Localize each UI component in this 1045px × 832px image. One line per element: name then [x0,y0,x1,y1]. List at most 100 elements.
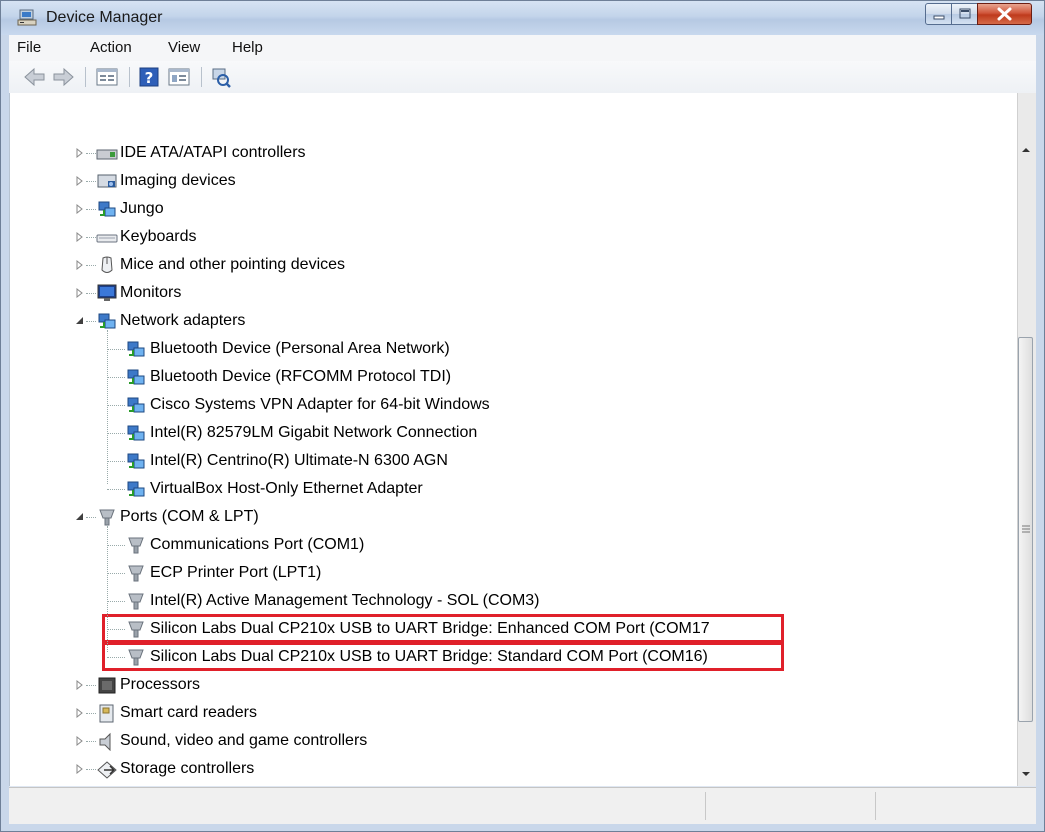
tree-category[interactable]: Smart card readers [10,700,1010,726]
port-icon [99,509,115,526]
collapse-arrow-icon[interactable] [75,512,85,522]
tree-category-label: Smart card readers [120,704,257,721]
tree-device[interactable]: Bluetooth Device (Personal Area Network) [10,336,1010,362]
tree-device[interactable]: Intel(R) Centrino(R) Ultimate-N 6300 AGN [10,448,1010,474]
window-title: Device Manager [46,9,163,26]
expand-arrow-icon[interactable] [75,736,85,746]
tree-category-label: Keyboards [120,228,197,245]
network-icon [98,313,116,329]
tree-device[interactable]: Intel(R) 82579LM Gigabit Network Connect… [10,420,1010,446]
tree-category-label: Storage controllers [120,760,255,777]
tree-connector [86,713,96,714]
device-manager-icon [17,9,37,26]
tree-category[interactable]: Jungo [10,196,1010,222]
tree-device-label: Cisco Systems VPN Adapter for 64-bit Win… [150,396,490,413]
tree-category-label: Imaging devices [120,172,236,189]
network-icon [127,453,145,469]
tree-category[interactable]: Processors [10,672,1010,698]
scan-hardware-icon[interactable] [209,66,233,88]
tree-device-label: Bluetooth Device (Personal Area Network) [150,340,450,357]
tree-device-label: ECP Printer Port (LPT1) [150,564,322,581]
expand-arrow-icon[interactable] [75,764,85,774]
tree-connector-vertical [107,330,108,484]
toolbar-separator [201,67,202,87]
tree-connector [86,321,96,322]
tree-device[interactable]: Communications Port (COM1) [10,532,1010,558]
expand-arrow-icon[interactable] [75,176,85,186]
network-icon [127,481,145,497]
tree-category-label: Sound, video and game controllers [120,732,368,749]
tree-category[interactable]: Keyboards [10,224,1010,250]
help-icon[interactable]: ? [137,66,161,88]
tree-category[interactable]: Mice and other pointing devices [10,252,1010,278]
tree-category-label: IDE ATA/ATAPI controllers [120,144,306,161]
tree-device-label: Bluetooth Device (RFCOMM Protocol TDI) [150,368,452,385]
network-icon [127,397,145,413]
ide-controller-icon [96,149,118,160]
tree-category-label: Jungo [120,200,164,217]
properties-grid-icon[interactable] [95,66,119,88]
tree-connector [86,209,96,210]
tree-connector [107,601,125,602]
sound-icon [99,732,111,751]
tree-device[interactable]: ECP Printer Port (LPT1) [10,560,1010,586]
tree-category[interactable]: Storage controllers [10,756,1010,782]
tree-category[interactable]: Sound, video and game controllers [10,728,1010,754]
menu-help[interactable]: Help [232,39,263,56]
collapse-arrow-icon[interactable] [75,316,85,326]
tree-device-label: Intel(R) Centrino(R) Ultimate-N 6300 AGN [150,452,448,469]
expand-arrow-icon[interactable] [75,680,85,690]
menu-action[interactable]: Action [90,39,132,56]
tree-connector [86,517,96,518]
tree-category[interactable]: IDE ATA/ATAPI controllers [10,140,1010,166]
expand-arrow-icon[interactable] [75,260,85,270]
svg-text:?: ? [145,69,154,87]
forward-icon[interactable] [51,66,75,88]
tree-category[interactable]: Imaging devices [10,168,1010,194]
menu-file[interactable]: File [17,39,41,56]
tree-device-label: Intel(R) 82579LM Gigabit Network Connect… [150,424,478,441]
view-grid-icon[interactable] [167,66,191,88]
tree-category[interactable]: Monitors [10,280,1010,306]
tree-category-label: Ports (COM & LPT) [120,508,259,525]
maximize-button[interactable] [951,3,978,25]
tree-category[interactable]: Network adapters [10,308,1010,334]
mouse-icon [101,256,113,273]
status-bar [9,787,1036,824]
expand-arrow-icon[interactable] [75,708,85,718]
highlight-box [102,614,784,643]
expand-arrow-icon[interactable] [75,148,85,158]
title-bar[interactable]: Device Manager [1,1,1044,35]
toolbar: ? [9,61,1036,94]
tree-connector [86,181,96,182]
scroll-up-icon[interactable] [1017,141,1035,159]
tree-connector [107,433,125,434]
tree-connector [107,489,125,490]
maximize-icon [959,8,971,19]
close-button[interactable] [977,3,1032,25]
storage-icon [97,761,117,779]
tree-device[interactable]: Bluetooth Device (RFCOMM Protocol TDI) [10,364,1010,390]
tree-device[interactable]: Cisco Systems VPN Adapter for 64-bit Win… [10,392,1010,418]
scroll-down-icon[interactable] [1017,765,1035,783]
menu-view[interactable]: View [168,39,200,56]
tree-device[interactable]: VirtualBox Host-Only Ethernet Adapter [10,476,1010,502]
expand-arrow-icon[interactable] [75,204,85,214]
tree-connector [86,685,96,686]
network-icon [127,425,145,441]
tree-connector [86,769,96,770]
window-frame-right [1036,35,1044,831]
back-icon[interactable] [23,66,47,88]
tree-connector [86,293,96,294]
tree-connector [107,573,125,574]
device-tree[interactable]: IDE ATA/ATAPI controllers Imaging devices… [9,128,1017,786]
device-tree-top [9,93,1017,128]
minimize-button[interactable] [925,3,952,25]
processor-icon [98,677,116,694]
tree-device[interactable]: Intel(R) Active Management Technology - … [10,588,1010,614]
tree-connector [86,237,96,238]
expand-arrow-icon[interactable] [75,288,85,298]
expand-arrow-icon[interactable] [75,232,85,242]
tree-category[interactable]: Ports (COM & LPT) [10,504,1010,530]
scrollbar-grip-icon [1022,525,1030,533]
